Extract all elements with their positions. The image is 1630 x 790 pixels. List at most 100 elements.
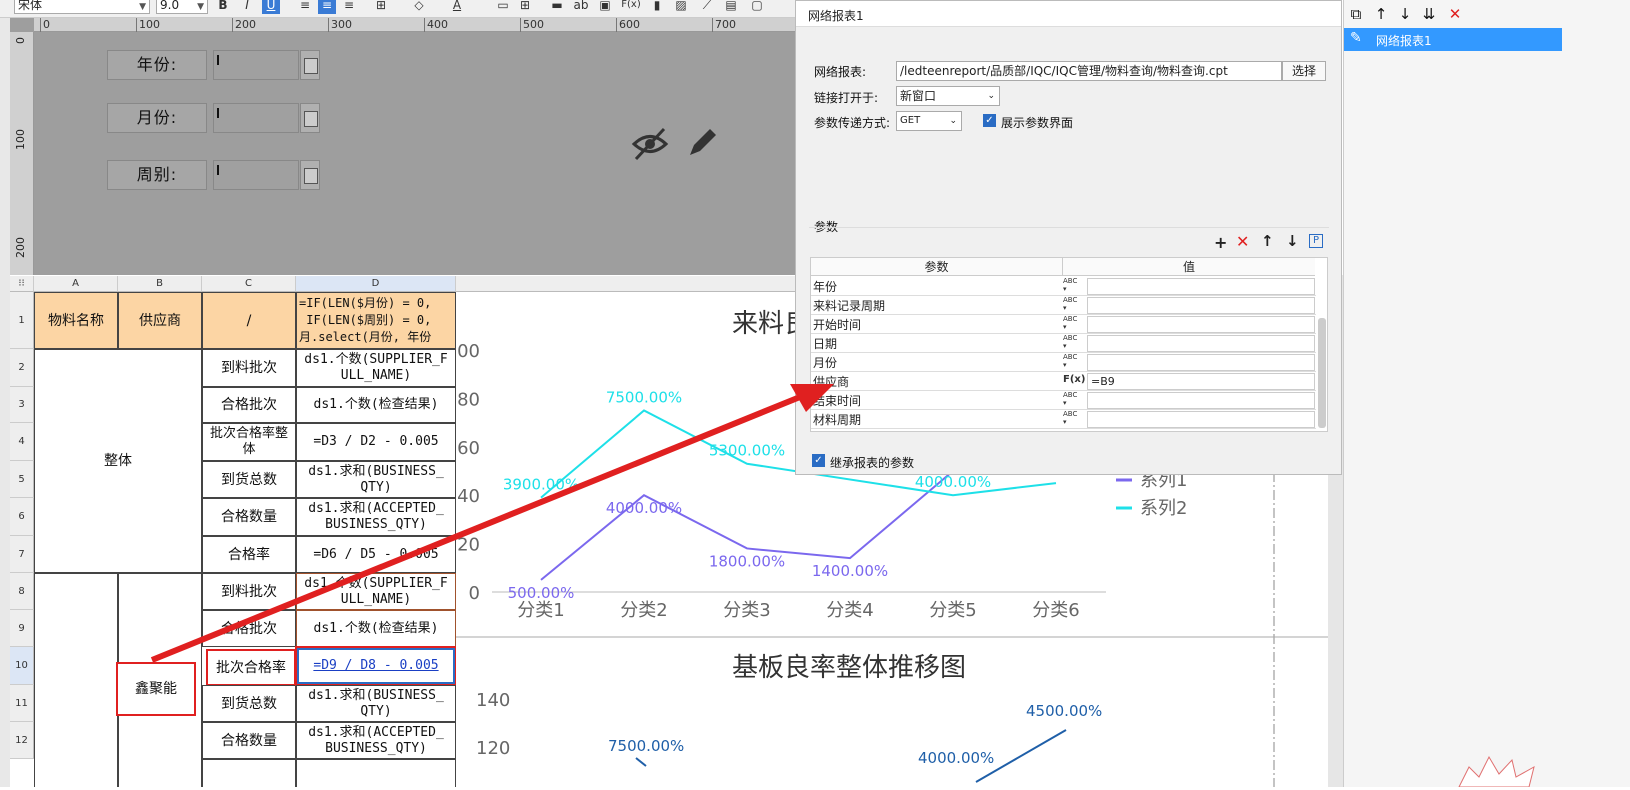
row-header[interactable]: 7 <box>10 536 34 573</box>
formula-cell[interactable] <box>296 759 456 787</box>
formula-cell[interactable]: ds1.求和(ACCEPTED_BUSINESS_QTY) <box>296 722 456 759</box>
material-cell-empty[interactable] <box>34 573 118 787</box>
sheet-corner[interactable]: ⁝⁝ <box>10 276 34 292</box>
param-row[interactable]: 结束时间 ABC ▾ <box>811 391 1316 410</box>
calendar-icon[interactable] <box>300 160 320 190</box>
picture-icon[interactable]: ▨ <box>672 0 690 14</box>
param-value[interactable] <box>1087 392 1315 409</box>
wrap-icon[interactable]: ▬ <box>548 0 566 14</box>
row-header[interactable]: 10 <box>10 647 34 685</box>
font-size-select[interactable]: 9.0 ▼ <box>156 0 208 14</box>
column-header[interactable]: C <box>202 276 296 292</box>
align-right-icon[interactable]: ≡ <box>340 0 358 14</box>
select-button[interactable]: 选择 <box>1282 61 1326 81</box>
image-icon[interactable]: ▣ <box>596 0 614 14</box>
inherit-params-checkbox[interactable]: ✓ <box>812 454 825 467</box>
formula-cell[interactable]: ds1.求和(ACCEPTED_BUSINESS_QTY) <box>296 498 456 536</box>
month-param-input[interactable] <box>213 103 299 133</box>
label-cell[interactable]: 到料批次 <box>202 573 296 610</box>
param-value[interactable] <box>1087 335 1315 352</box>
label-cell[interactable]: 到货总数 <box>202 685 296 722</box>
param-row[interactable]: 供应商 F(x) =B9 <box>811 372 1316 391</box>
params-scrollbar[interactable] <box>1318 318 1326 428</box>
param-row[interactable]: 月份 ABC ▾ <box>811 353 1316 372</box>
header-cell-formula[interactable]: =IF(LEN($月份) = 0, IF(LEN($周别) = 0, 月.sel… <box>296 292 456 349</box>
chart-icon[interactable]: ▮ <box>648 0 666 14</box>
copy-icon[interactable]: ⧉ <box>1347 5 1365 23</box>
param-value[interactable] <box>1087 354 1315 371</box>
label-cell[interactable]: 到料批次 <box>202 349 296 387</box>
param-p-icon[interactable]: P <box>1309 234 1323 248</box>
column-header[interactable]: B <box>118 276 202 292</box>
label-cell[interactable]: 合格数量 <box>202 498 296 536</box>
param-value[interactable] <box>1087 316 1315 333</box>
formula-cell[interactable]: ds1.求和(BUSINESS_QTY) <box>296 461 456 498</box>
header-cell-supplier[interactable]: 供应商 <box>118 292 202 349</box>
calendar-icon[interactable] <box>300 103 320 133</box>
param-value[interactable] <box>1087 278 1315 295</box>
row-header[interactable]: 11 <box>10 685 34 722</box>
row-header[interactable]: 5 <box>10 461 34 498</box>
column-header[interactable]: A <box>34 276 118 292</box>
merge-cell-icon[interactable]: ▭ <box>494 0 512 14</box>
move-down-icon[interactable]: ↓ <box>1286 232 1299 250</box>
calendar-icon[interactable] <box>300 50 320 80</box>
move-down-icon[interactable]: ↓ <box>1396 5 1414 23</box>
formula-type-icon[interactable]: F(x) <box>1063 372 1085 390</box>
formula-cell[interactable]: ds1.求和(BUSINESS_QTY) <box>296 685 456 722</box>
param-row[interactable]: 开始时间 ABC ▾ <box>811 315 1316 334</box>
abc-type-icon[interactable]: ABC ▾ <box>1063 410 1085 428</box>
formula-cell[interactable]: ds1.个数(检查结果) <box>296 387 456 423</box>
formula-cell[interactable]: =D6 / D5 - 0.005 <box>296 536 456 573</box>
underline-button[interactable]: U <box>262 0 280 14</box>
label-cell[interactable]: 批次合格率整体 <box>202 423 296 461</box>
abc-type-icon[interactable]: ABC ▾ <box>1063 391 1085 409</box>
align-left-icon[interactable]: ≡ <box>296 0 314 14</box>
row-header[interactable]: 2 <box>10 349 34 387</box>
label-cell[interactable]: 合格批次 <box>202 610 296 647</box>
row-header[interactable]: 1 <box>10 292 34 349</box>
param-value[interactable]: =B9 <box>1087 373 1315 390</box>
row-header[interactable]: 4 <box>10 423 34 461</box>
formula-icon[interactable]: F(x) <box>620 0 642 14</box>
row-header[interactable]: 9 <box>10 610 34 647</box>
font-color-icon[interactable]: A <box>448 0 466 14</box>
year-param-input[interactable] <box>213 50 299 80</box>
formula-cell[interactable]: ds1.个数(SUPPLIER_FULL_NAME) <box>296 349 456 387</box>
formula-cell[interactable]: ds1.个数(检查结果) <box>296 610 456 647</box>
sort-icon[interactable]: ⇊ <box>1420 5 1438 23</box>
abc-type-icon[interactable]: ABC ▾ <box>1063 315 1085 333</box>
column-header[interactable]: D <box>296 276 456 292</box>
border-icon[interactable]: ⊞ <box>372 0 390 14</box>
header-cell-slash[interactable]: / <box>202 292 296 349</box>
row-header[interactable]: 12 <box>10 722 34 759</box>
param-row[interactable]: 年份 ABC ▾ <box>811 277 1316 296</box>
bold-button[interactable]: B <box>214 0 232 14</box>
abc-type-icon[interactable]: ABC ▾ <box>1063 334 1085 352</box>
formula-cell-selected[interactable]: =D9 / D8 - 0.005 <box>295 646 457 686</box>
text-ab-icon[interactable]: ab <box>572 0 590 14</box>
param-row[interactable]: 来料记录周期 ABC ▾ <box>811 296 1316 315</box>
header-cell-material[interactable]: 物料名称 <box>34 292 118 349</box>
show-params-checkbox[interactable]: ✓ <box>983 114 996 127</box>
label-cell[interactable]: 合格率 <box>202 536 296 573</box>
row-header[interactable]: 6 <box>10 498 34 536</box>
font-family-select[interactable]: 宋体 ▼ <box>14 0 150 14</box>
method-select[interactable]: GET ⌄ <box>896 111 962 131</box>
param-row[interactable]: 日期 ABC ▾ <box>811 334 1316 353</box>
report-path-input[interactable]: /ledteenreport/品质部/IQC/IQC管理/物料查询/物料查询.c… <box>896 61 1282 81</box>
formula-cell[interactable]: =D3 / D2 - 0.005 <box>296 423 456 461</box>
delete-param-icon[interactable]: ✕ <box>1236 232 1249 251</box>
label-cell[interactable]: 到货总数 <box>202 461 296 498</box>
week-param-input[interactable] <box>213 160 299 190</box>
slash-icon[interactable]: ⟋ <box>698 0 716 14</box>
delete-icon[interactable]: ✕ <box>1446 5 1464 23</box>
move-up-icon[interactable]: ↑ <box>1261 232 1274 250</box>
row-header[interactable]: 8 <box>10 573 34 610</box>
group-cell-overall[interactable]: 整体 <box>34 349 202 573</box>
abc-type-icon[interactable]: ABC ▾ <box>1063 277 1085 295</box>
label-cell[interactable]: 合格批次 <box>202 387 296 423</box>
abc-type-icon[interactable]: ABC ▾ <box>1063 353 1085 371</box>
add-param-icon[interactable]: + <box>1214 233 1227 252</box>
align-center-icon[interactable]: ≡ <box>318 0 336 14</box>
